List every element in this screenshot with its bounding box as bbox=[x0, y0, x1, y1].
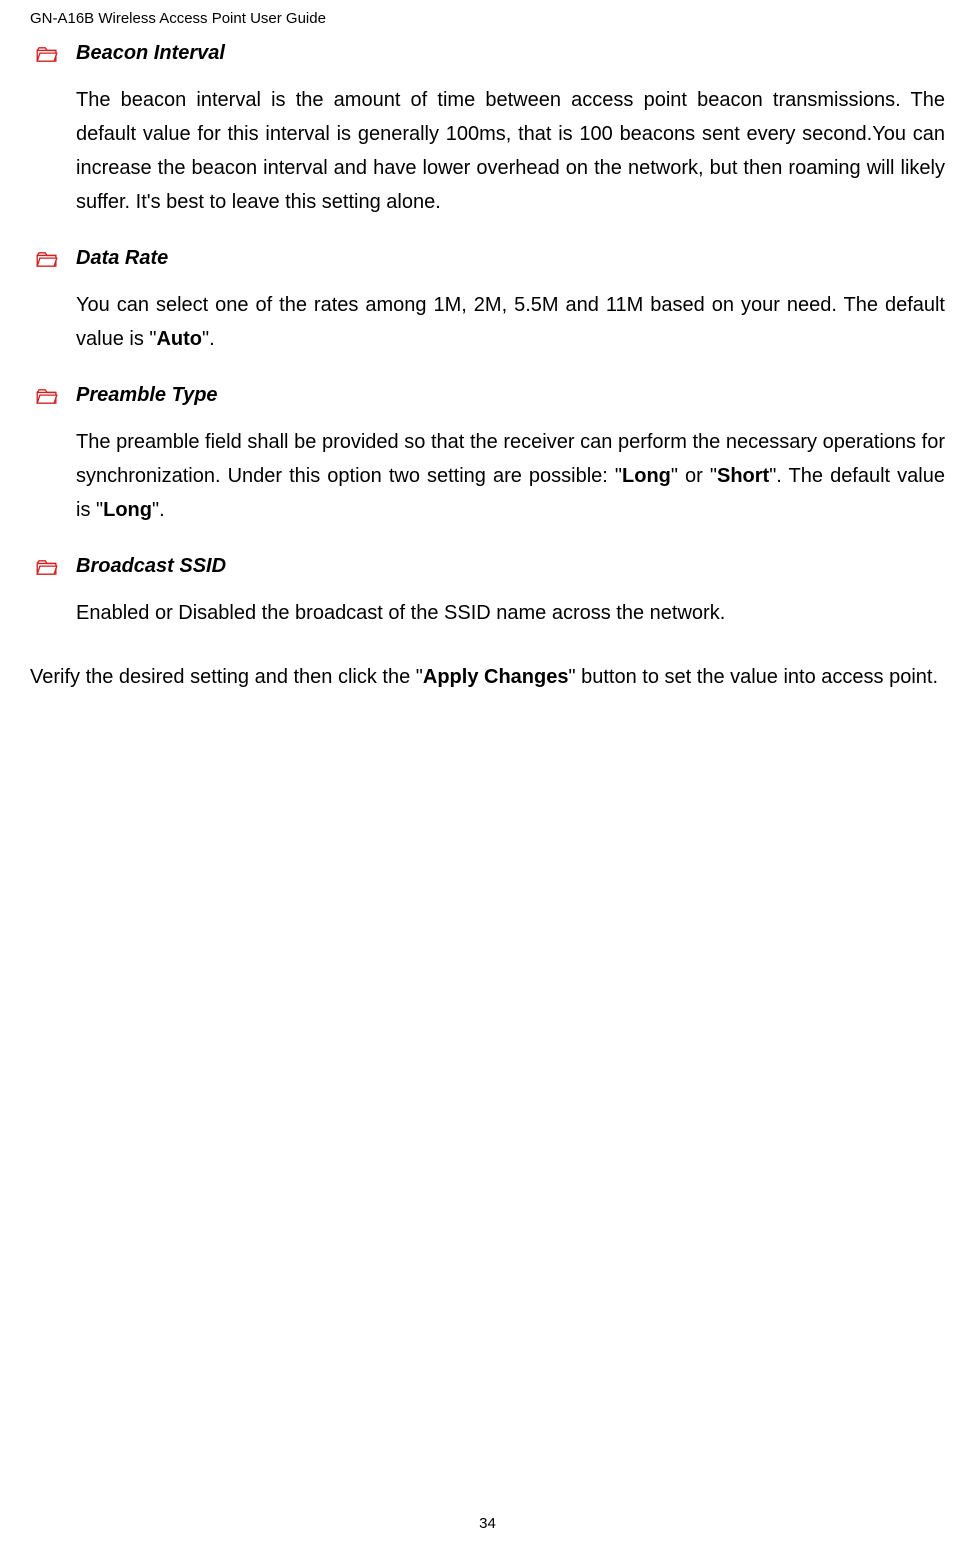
section-title: Broadcast SSID bbox=[76, 555, 226, 578]
page-number: 34 bbox=[0, 1515, 975, 1532]
section-header: Beacon Interval bbox=[30, 42, 945, 65]
folder-icon bbox=[36, 388, 58, 404]
section-broadcast-ssid: Broadcast SSID Enabled or Disabled the b… bbox=[30, 555, 945, 630]
section-data-rate: Data Rate You can select one of the rate… bbox=[30, 247, 945, 356]
folder-icon bbox=[36, 251, 58, 267]
section-body: Enabled or Disabled the broadcast of the… bbox=[76, 596, 945, 630]
section-body: You can select one of the rates among 1M… bbox=[76, 288, 945, 356]
section-header: Broadcast SSID bbox=[30, 555, 945, 578]
section-title: Preamble Type bbox=[76, 384, 218, 407]
section-header: Data Rate bbox=[30, 247, 945, 270]
section-body: The beacon interval is the amount of tim… bbox=[76, 83, 945, 219]
folder-icon bbox=[36, 46, 58, 62]
section-body: The preamble field shall be provided so … bbox=[76, 425, 945, 527]
footer-paragraph: Verify the desired setting and then clic… bbox=[30, 660, 945, 694]
section-title: Data Rate bbox=[76, 247, 168, 270]
folder-icon bbox=[36, 559, 58, 575]
section-preamble-type: Preamble Type The preamble field shall b… bbox=[30, 384, 945, 527]
section-title: Beacon Interval bbox=[76, 42, 225, 65]
section-beacon-interval: Beacon Interval The beacon interval is t… bbox=[30, 42, 945, 219]
document-header: GN-A16B Wireless Access Point User Guide bbox=[30, 10, 945, 27]
section-header: Preamble Type bbox=[30, 384, 945, 407]
